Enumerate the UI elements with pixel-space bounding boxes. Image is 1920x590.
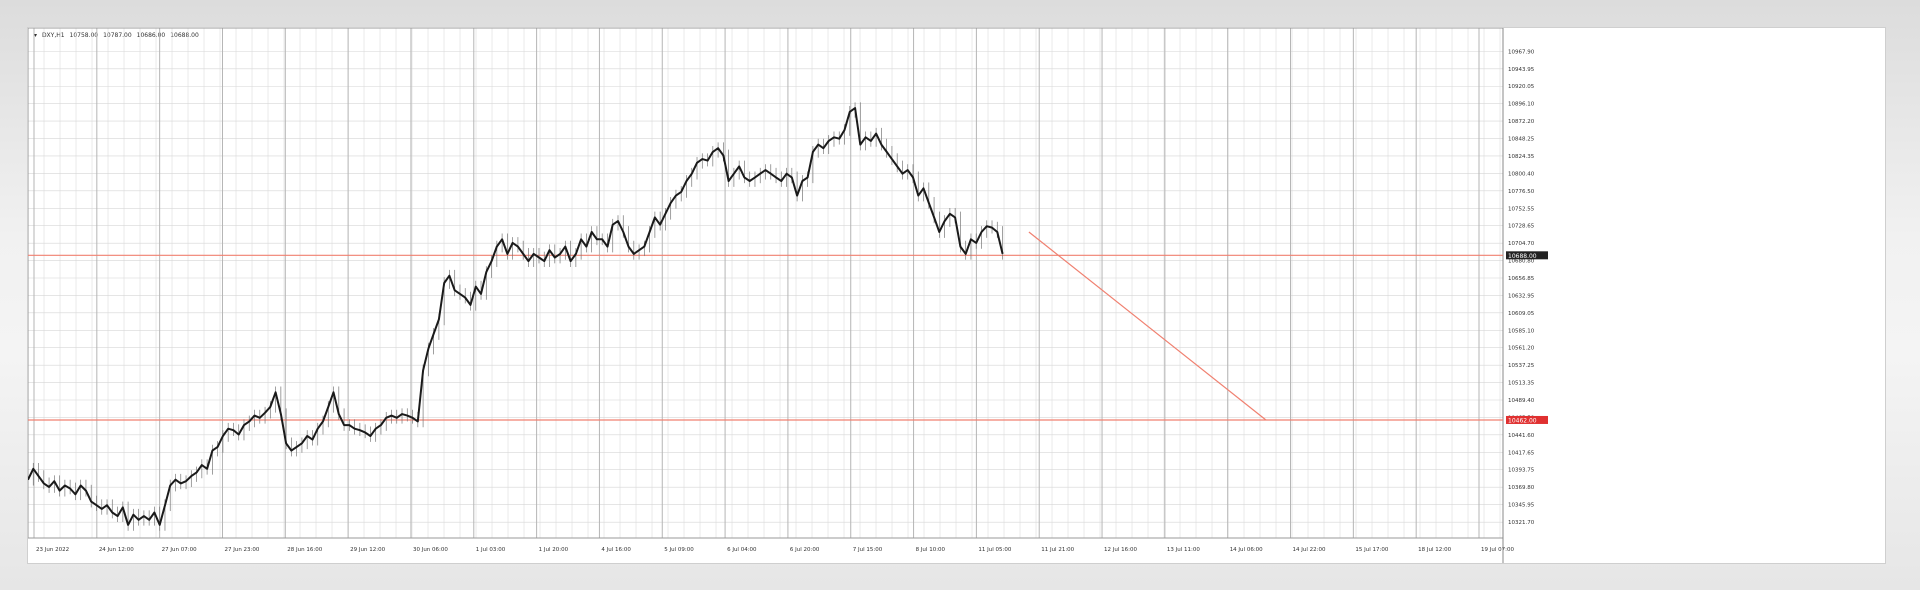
- y-tick-label: 10776.50: [1508, 189, 1535, 195]
- y-tick-label: 10800.40: [1508, 171, 1535, 177]
- trend-line: [1028, 231, 1267, 421]
- x-tick-label: 27 Jun 23:00: [224, 547, 259, 553]
- y-tick-label: 10537.25: [1508, 363, 1535, 369]
- y-tick-label: 10585.10: [1508, 328, 1535, 334]
- y-tick-label: 10656.85: [1508, 276, 1535, 282]
- x-tick-label: 24 Jun 12:00: [99, 547, 134, 553]
- y-tick-label: 10369.80: [1508, 485, 1535, 491]
- x-tick-label: 6 Jul 20:00: [790, 547, 820, 553]
- x-tick-label: 15 Jul 17:00: [1355, 547, 1388, 553]
- price-series-line: [28, 107, 1004, 526]
- y-tick-label: 10752.55: [1508, 206, 1535, 212]
- y-tick-label: 10513.35: [1508, 381, 1535, 387]
- x-tick-label: 29 Jun 12:00: [350, 547, 385, 553]
- y-tick-label: 10967.90: [1508, 49, 1535, 55]
- y-tick-label: 10896.10: [1508, 102, 1535, 108]
- lower-level-tag-label: 10462.00: [1508, 417, 1537, 424]
- y-tick-label: 10920.05: [1508, 84, 1535, 90]
- y-tick-label: 10728.65: [1508, 224, 1535, 230]
- y-tick-label: 10489.40: [1508, 398, 1535, 404]
- x-tick-label: 18 Jul 12:00: [1418, 547, 1451, 553]
- x-tick-label: 11 Jul 05:00: [978, 547, 1011, 553]
- x-tick-label: 8 Jul 10:00: [916, 547, 946, 553]
- x-tick-label: 19 Jul 07:00: [1481, 547, 1514, 553]
- y-tick-label: 10345.95: [1508, 503, 1535, 509]
- x-tick-label: 14 Jul 22:00: [1293, 547, 1326, 553]
- y-tick-label: 10943.95: [1508, 67, 1535, 73]
- x-tick-label: 11 Jul 21:00: [1041, 547, 1074, 553]
- y-tick-label: 10848.25: [1508, 137, 1535, 143]
- y-tick-label: 10704.70: [1508, 241, 1535, 247]
- price-chart[interactable]: 23 Jun 2022 24 Jun 12:00 27 Jun 07:00 27 Ju…: [28, 28, 1885, 563]
- x-tick-label: 27 Jun 07:00: [162, 547, 197, 553]
- chart-window[interactable]: ▾ DXY,H1 10758.00 10787.00 10686.00 1068…: [27, 27, 1886, 564]
- x-tick-label: 1 Jul 20:00: [539, 547, 569, 553]
- plot-border: [28, 28, 1504, 539]
- y-tick-label: 10632.95: [1508, 293, 1535, 299]
- y-tick-label: 10824.35: [1508, 154, 1535, 160]
- x-tick-label: 5 Jul 09:00: [664, 547, 694, 553]
- y-tick-label: 10393.75: [1508, 468, 1535, 474]
- y-tick-label: 10321.70: [1508, 520, 1535, 526]
- x-tick-label: 1 Jul 03:00: [476, 547, 506, 553]
- y-tick-label: 10609.05: [1508, 311, 1535, 317]
- y-tick-label: 10417.65: [1508, 450, 1535, 456]
- x-tick-label: 6 Jul 04:00: [727, 547, 757, 553]
- y-tick-label: 10561.20: [1508, 346, 1535, 352]
- x-tick-label: 13 Jul 11:00: [1167, 547, 1200, 553]
- x-tick-label: 7 Jul 15:00: [853, 547, 883, 553]
- y-tick-label: 10872.20: [1508, 119, 1535, 125]
- x-tick-label: 30 Jun 06:00: [413, 547, 448, 553]
- x-tick-label: 14 Jul 06:00: [1230, 547, 1263, 553]
- x-tick-label: 23 Jun 2022: [36, 547, 69, 553]
- upper-level-tag-label: 10688.00: [1508, 253, 1537, 260]
- x-tick-label: 4 Jul 16:00: [601, 547, 631, 553]
- x-tick-label: 12 Jul 16:00: [1104, 547, 1137, 553]
- y-tick-label: 10441.60: [1508, 433, 1535, 439]
- x-tick-label: 28 Jun 16:00: [287, 547, 322, 553]
